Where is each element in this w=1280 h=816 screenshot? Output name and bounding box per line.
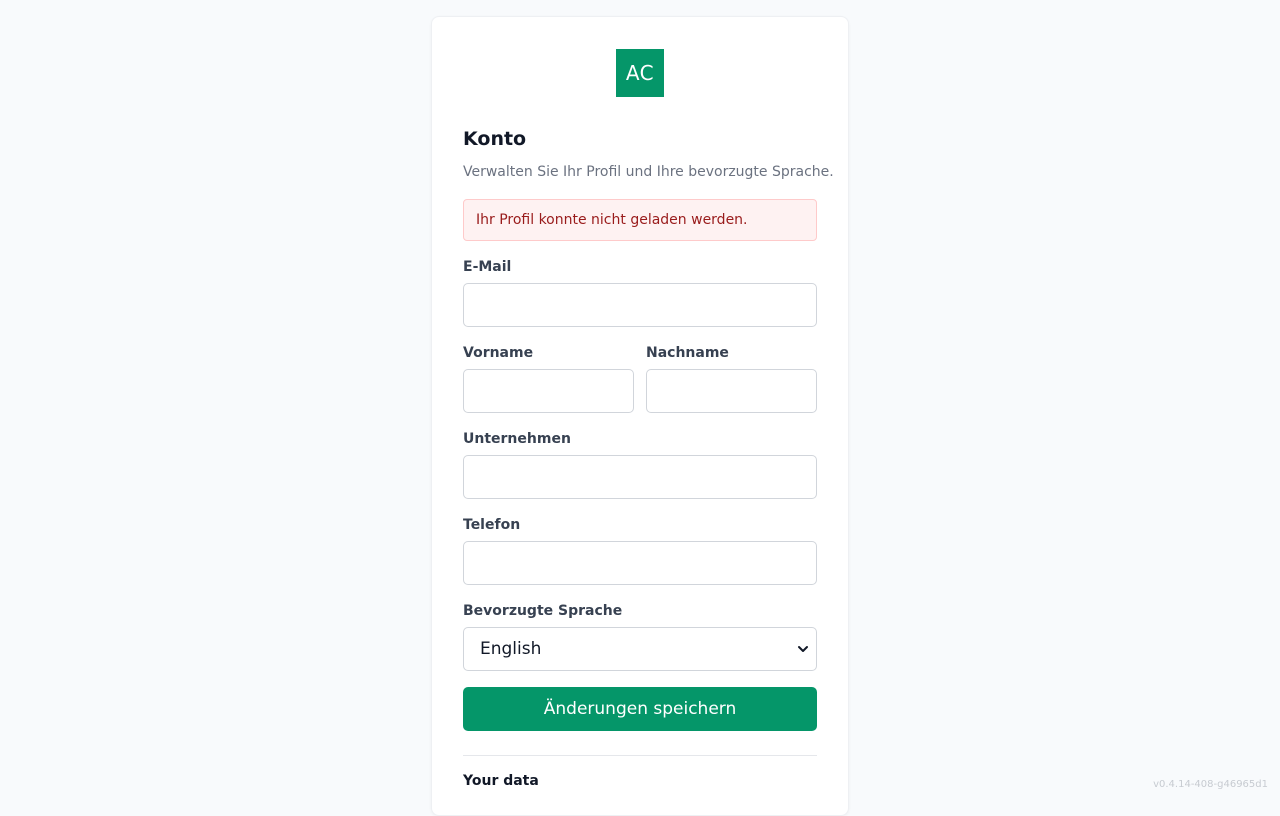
app-logo: AC (616, 49, 664, 97)
version-label: v0.4.14-408-g46965d1 (1153, 779, 1268, 790)
page-title: Konto (463, 128, 526, 150)
first-name-field[interactable] (463, 369, 634, 413)
phone-label: Telefon (463, 517, 520, 533)
language-select-value: English (480, 639, 541, 659)
save-changes-button[interactable]: Änderungen speichern (463, 687, 817, 731)
error-alert: Ihr Profil konnte nicht geladen werden. (463, 199, 817, 241)
first-name-label: Vorname (463, 345, 533, 361)
last-name-field[interactable] (646, 369, 817, 413)
page-subtitle: Verwalten Sie Ihr Profil und Ihre bevorz… (463, 164, 834, 180)
error-alert-message: Ihr Profil konnte nicht geladen werden. (476, 212, 748, 228)
phone-field[interactable] (463, 541, 817, 585)
email-label: E-Mail (463, 259, 511, 275)
section-divider (463, 755, 817, 756)
company-label: Unternehmen (463, 431, 571, 447)
company-field[interactable] (463, 455, 817, 499)
account-card: AC Konto Verwalten Sie Ihr Profil und Ih… (431, 16, 849, 816)
chevron-down-icon (796, 642, 810, 656)
last-name-label: Nachname (646, 345, 729, 361)
email-field[interactable] (463, 283, 817, 327)
your-data-heading: Your data (463, 773, 539, 789)
language-select[interactable]: English (463, 627, 817, 671)
language-label: Bevorzugte Sprache (463, 603, 622, 619)
